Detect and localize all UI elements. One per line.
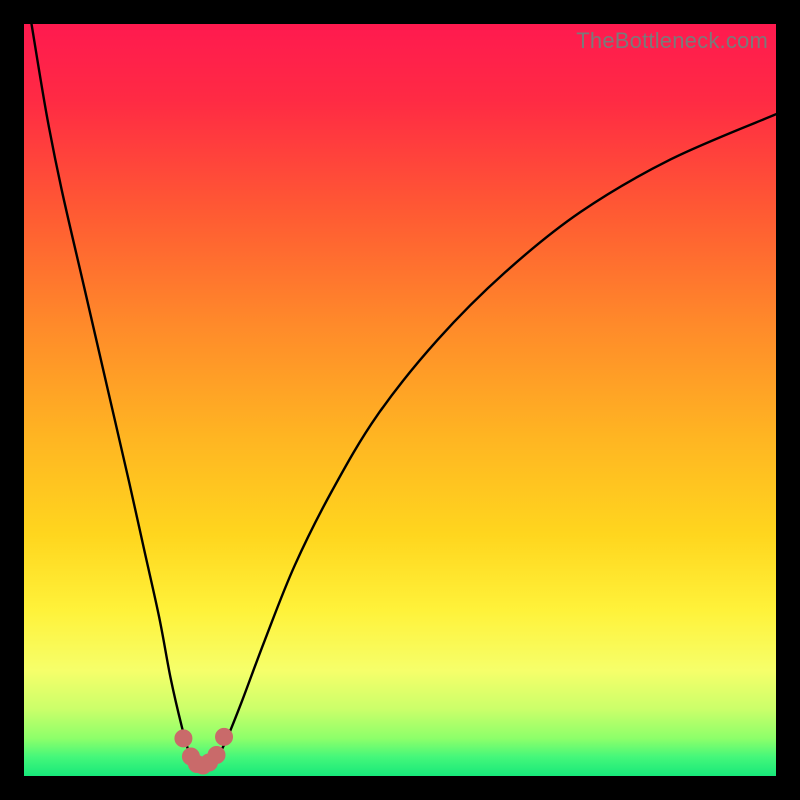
gradient-background <box>24 24 776 776</box>
bottleneck-plot <box>24 24 776 776</box>
plot-frame: TheBottleneck.com <box>24 24 776 776</box>
watermark-text: TheBottleneck.com <box>576 28 768 54</box>
dip-marker <box>175 730 192 747</box>
dip-marker <box>208 746 225 763</box>
dip-marker <box>216 728 233 745</box>
